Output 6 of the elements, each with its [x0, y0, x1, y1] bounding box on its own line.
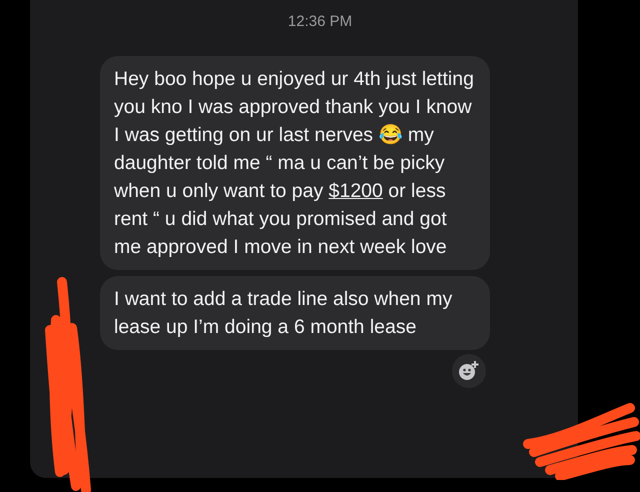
- message-text: Hey boo hope u enjoyed ur 4th just letting you kno I was approved thank you I know I was getting on ur last nerves 😂 my daughter told me “ ma u can’t be picky when u only want to pay $1200 or less rent “ u did what you promised and got me approved I move in next week love: [114, 67, 475, 260]
- message-timestamp: 12:36 PM: [288, 12, 352, 32]
- add-reaction-button[interactable]: [452, 354, 486, 388]
- smiley-plus-icon: [458, 360, 480, 382]
- message-text: I want to add a trade line also when my lease up I’m doing a 6 month lease: [114, 287, 454, 340]
- amount-link[interactable]: $1200: [328, 180, 383, 202]
